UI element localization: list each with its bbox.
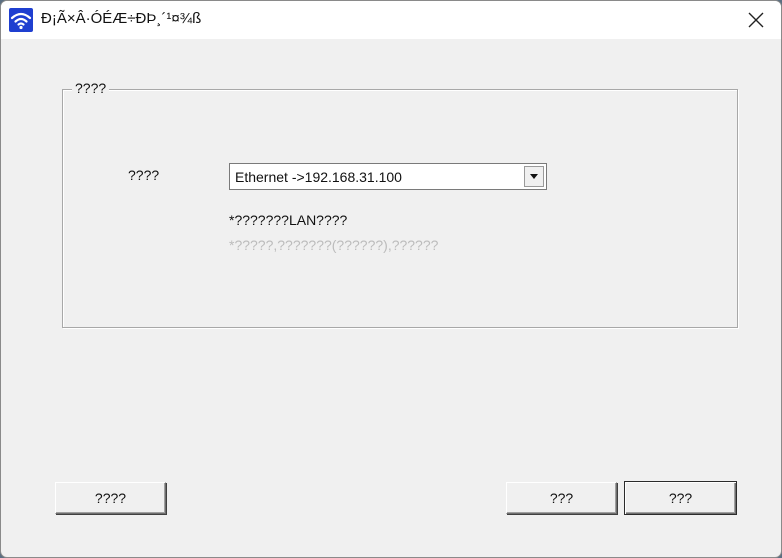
selected-adapter-value: Ethernet ->192.168.31.100 [235, 169, 402, 185]
close-icon [748, 12, 764, 28]
window-title: Ð¡Ã×Â·ÓÉÆ÷ÐÞ¸´¹¤¾ß [41, 10, 202, 27]
left-action-button[interactable]: ???? [55, 482, 166, 514]
default-action-button[interactable]: ??? [624, 481, 737, 515]
adapter-label: ???? [128, 167, 160, 183]
chevron-down-icon [530, 173, 538, 179]
wifi-icon [9, 8, 33, 32]
dialog-window: Ð¡Ã×Â·ÓÉÆ÷ÐÞ¸´¹¤¾ß ???? ???? Ethernet ->… [0, 0, 782, 558]
settings-groupbox [62, 89, 738, 328]
close-button[interactable] [739, 5, 773, 35]
disabled-hint-text: *?????,???????(??????),?????? [229, 237, 439, 253]
title-bar: Ð¡Ã×Â·ÓÉÆ÷ÐÞ¸´¹¤¾ß [1, 1, 781, 39]
network-adapter-select[interactable]: Ethernet ->192.168.31.100 [229, 163, 547, 190]
dropdown-button[interactable] [524, 166, 544, 187]
middle-action-button[interactable]: ??? [506, 482, 617, 514]
groupbox-title: ???? [72, 80, 110, 96]
hint-text: *???????LAN???? [229, 212, 348, 228]
